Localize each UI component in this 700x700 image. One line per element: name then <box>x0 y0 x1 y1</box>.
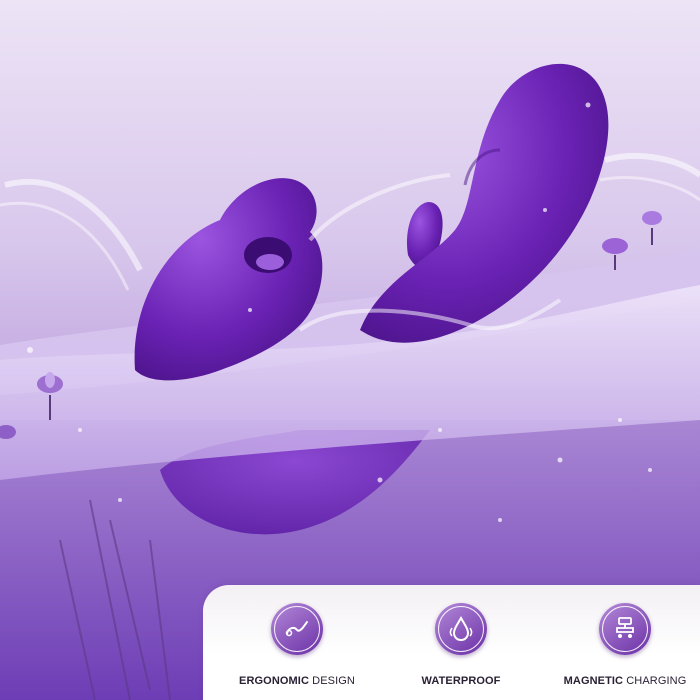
feature-label: ERGONOMIC DESIGN <box>239 675 355 687</box>
water-drop-icon <box>435 603 487 655</box>
features-panel: ERGONOMIC DESIGN WATERPROOF MAGNETIC CHA… <box>203 585 700 700</box>
feature-label: WATERPROOF <box>421 675 501 687</box>
magnetic-charger-icon <box>599 603 651 655</box>
feature-waterproof: WATERPROOF <box>381 603 541 693</box>
feature-magnetic-charging: MAGNETIC CHARGING <box>545 603 700 693</box>
curved-product-icon <box>271 603 323 655</box>
feature-label: MAGNETIC CHARGING <box>563 675 687 687</box>
feature-ergonomic-design: ERGONOMIC DESIGN <box>217 603 377 693</box>
